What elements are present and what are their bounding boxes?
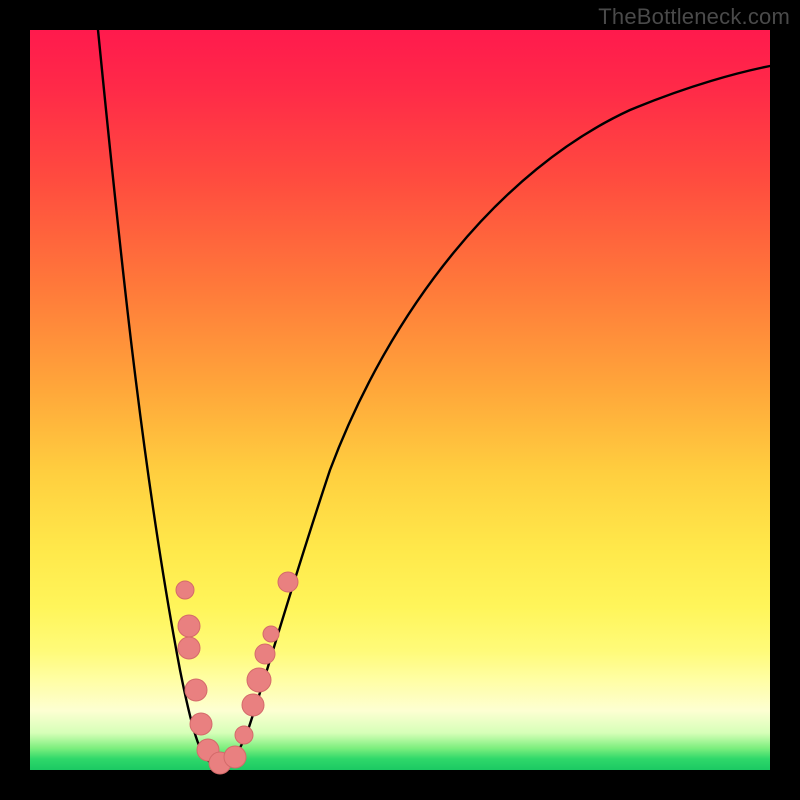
watermark-text: TheBottleneck.com bbox=[598, 4, 790, 30]
data-marker bbox=[247, 668, 271, 692]
data-marker bbox=[235, 726, 253, 744]
plot-area bbox=[30, 30, 770, 770]
data-marker bbox=[278, 572, 298, 592]
bottleneck-curve bbox=[98, 30, 770, 764]
data-marker bbox=[190, 713, 212, 735]
data-marker bbox=[176, 581, 194, 599]
data-marker bbox=[263, 626, 279, 642]
data-marker bbox=[224, 746, 246, 768]
data-marker bbox=[178, 615, 200, 637]
data-marker bbox=[185, 679, 207, 701]
data-marker bbox=[178, 637, 200, 659]
curve-layer bbox=[30, 30, 770, 770]
data-marker bbox=[242, 694, 264, 716]
chart-frame: TheBottleneck.com bbox=[0, 0, 800, 800]
marker-group bbox=[176, 572, 298, 774]
data-marker bbox=[255, 644, 275, 664]
